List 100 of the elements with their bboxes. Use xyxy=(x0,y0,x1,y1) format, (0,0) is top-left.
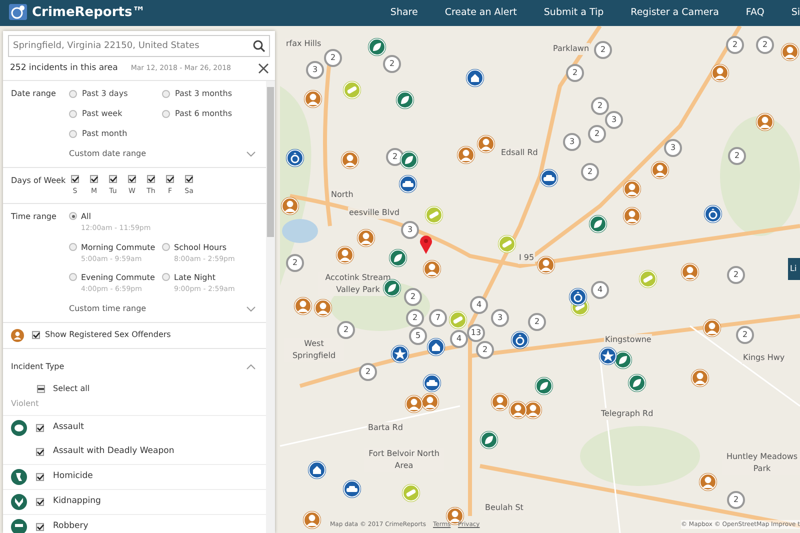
person-marker-icon[interactable] xyxy=(703,319,721,337)
person-marker-icon[interactable] xyxy=(477,135,495,153)
checkbox[interactable] xyxy=(109,174,117,183)
radio-button[interactable] xyxy=(162,110,170,118)
custom-date-range-link[interactable]: Custom date range xyxy=(69,148,146,160)
checkbox[interactable] xyxy=(147,174,155,183)
incident-type-label[interactable]: Homicide xyxy=(53,470,93,484)
radio-button[interactable] xyxy=(162,90,170,98)
pill-marker-icon[interactable] xyxy=(449,311,467,329)
leaf-marker-icon[interactable] xyxy=(383,279,401,297)
option-label[interactable]: Morning Commute xyxy=(81,242,156,254)
incident-type-label[interactable]: Assault with Deadly Weapon xyxy=(53,445,174,458)
car-marker-icon[interactable] xyxy=(399,175,417,193)
option-label[interactable]: Late Night xyxy=(174,272,235,284)
person-marker-icon[interactable] xyxy=(341,151,359,169)
person-marker-icon[interactable] xyxy=(681,263,699,281)
person-marker-icon[interactable] xyxy=(524,401,542,419)
pill-marker-icon[interactable] xyxy=(639,270,657,288)
option-label[interactable]: Evening Commute xyxy=(81,272,155,284)
nav-link[interactable]: Si xyxy=(791,6,800,20)
house-marker-icon[interactable] xyxy=(466,69,484,87)
leaf-marker-icon[interactable] xyxy=(589,215,607,233)
person-marker-icon[interactable] xyxy=(623,207,641,225)
leaf-marker-icon[interactable] xyxy=(614,351,632,369)
person-marker-icon[interactable] xyxy=(457,146,475,164)
offenders-toggle-label[interactable]: Show Registered Sex Offenders xyxy=(45,329,171,342)
checkbox[interactable] xyxy=(185,174,193,183)
option-label[interactable]: Past week xyxy=(82,108,122,120)
incident-type-label[interactable]: Assault xyxy=(53,421,84,434)
checkbox[interactable] xyxy=(37,384,45,393)
pill-marker-icon[interactable] xyxy=(402,484,420,502)
person-marker-icon[interactable] xyxy=(781,43,799,61)
checkbox[interactable] xyxy=(36,424,44,432)
checkbox[interactable] xyxy=(36,448,44,456)
checkbox[interactable] xyxy=(36,472,44,481)
person-marker-icon[interactable] xyxy=(294,297,312,315)
person-marker-icon[interactable] xyxy=(509,401,527,419)
person-marker-icon[interactable] xyxy=(623,180,641,198)
brand-logo-text[interactable]: CrimeReports™ xyxy=(32,3,146,23)
option-label[interactable]: Past month xyxy=(82,128,128,140)
person-marker-icon[interactable] xyxy=(491,393,509,411)
radio-button[interactable] xyxy=(69,212,77,220)
person-marker-icon[interactable] xyxy=(711,64,729,82)
checkbox[interactable] xyxy=(71,174,79,183)
radio-button[interactable] xyxy=(69,90,77,98)
scrollbar[interactable] xyxy=(266,80,275,533)
search-field[interactable]: Springfield, Virginia 22150, United States xyxy=(8,35,270,57)
location-pin-icon[interactable] xyxy=(419,234,433,254)
person-marker-icon[interactable] xyxy=(357,229,375,247)
ring-marker-icon[interactable] xyxy=(511,331,529,349)
side-tab[interactable]: Li xyxy=(788,258,800,280)
person-marker-icon[interactable] xyxy=(421,393,439,411)
person-marker-icon[interactable] xyxy=(304,90,322,108)
checkbox[interactable] xyxy=(36,522,44,531)
ring-marker-icon[interactable] xyxy=(286,149,304,167)
select-all-label[interactable]: Select all xyxy=(53,382,90,395)
scrollbar-thumb[interactable] xyxy=(267,86,274,237)
leaf-marker-icon[interactable] xyxy=(628,374,646,392)
leaf-marker-icon[interactable] xyxy=(535,377,553,395)
checkbox[interactable] xyxy=(36,498,44,506)
checkbox[interactable] xyxy=(32,331,40,340)
ring-marker-icon[interactable] xyxy=(569,288,587,306)
pill-marker-icon[interactable] xyxy=(343,81,361,99)
person-marker-icon[interactable] xyxy=(281,197,299,215)
radio-button[interactable] xyxy=(69,273,77,282)
nav-link[interactable]: Submit a Tip xyxy=(544,6,604,20)
ring-marker-icon[interactable] xyxy=(704,205,722,223)
person-marker-icon[interactable] xyxy=(336,246,354,264)
option-label[interactable]: Past 3 months xyxy=(175,88,232,100)
checkbox[interactable] xyxy=(128,174,136,183)
person-marker-icon[interactable] xyxy=(651,161,669,179)
house-marker-icon[interactable] xyxy=(427,338,445,356)
car-marker-icon[interactable] xyxy=(540,169,558,187)
nav-link[interactable]: Register a Camera xyxy=(630,6,719,20)
pill-marker-icon[interactable] xyxy=(425,206,443,224)
leaf-marker-icon[interactable] xyxy=(480,431,498,449)
star-marker-icon[interactable] xyxy=(391,345,409,363)
car-marker-icon[interactable] xyxy=(423,374,441,392)
house-marker-icon[interactable] xyxy=(308,461,326,479)
person-marker-icon[interactable] xyxy=(691,369,709,387)
person-marker-icon[interactable] xyxy=(405,395,423,413)
incident-type-label[interactable]: Robbery xyxy=(53,520,88,533)
pill-marker-icon[interactable] xyxy=(498,235,516,253)
checkbox[interactable] xyxy=(166,174,174,183)
leaf-marker-icon[interactable] xyxy=(389,249,407,267)
nav-link[interactable]: Share xyxy=(390,6,418,20)
checkbox[interactable] xyxy=(90,174,98,183)
car-marker-icon[interactable] xyxy=(343,480,361,498)
radio-button[interactable] xyxy=(162,242,170,251)
person-marker-icon[interactable] xyxy=(756,113,774,131)
option-label[interactable]: Past 6 months xyxy=(175,108,232,120)
person-marker-icon[interactable] xyxy=(537,256,555,274)
radio-button[interactable] xyxy=(69,110,77,118)
incident-type-label[interactable]: Kidnapping xyxy=(53,495,101,508)
nav-link[interactable]: Create an Alert xyxy=(444,6,517,20)
option-label[interactable]: Past 3 days xyxy=(82,88,128,100)
star-marker-icon[interactable] xyxy=(599,347,617,365)
radio-button[interactable] xyxy=(162,273,170,282)
person-marker-icon[interactable] xyxy=(699,473,717,491)
leaf-marker-icon[interactable] xyxy=(400,151,418,169)
